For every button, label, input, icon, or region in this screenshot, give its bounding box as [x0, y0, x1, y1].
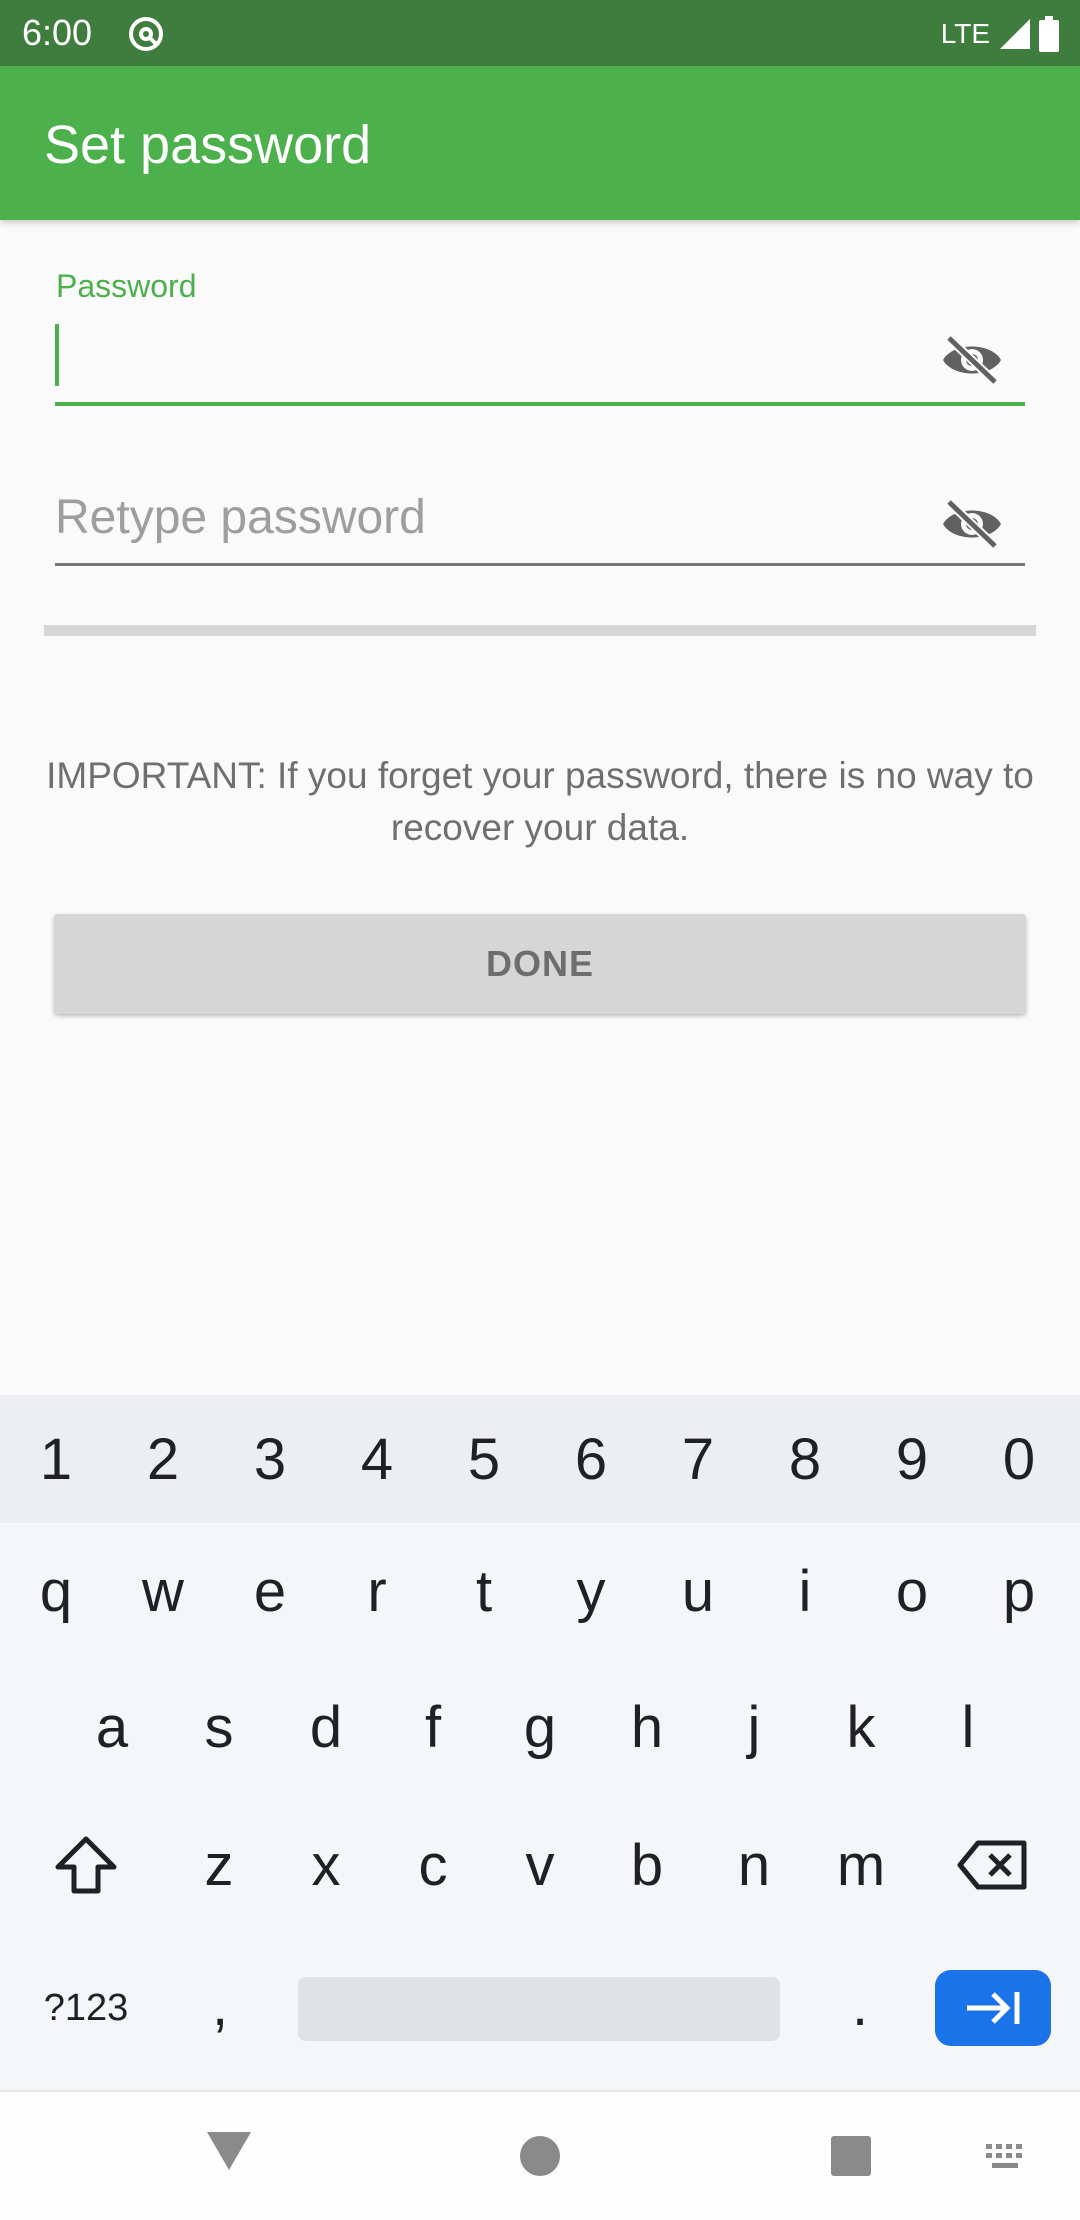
key-1[interactable]: 1 — [16, 1409, 96, 1509]
key-9[interactable]: 9 — [872, 1409, 952, 1509]
key-5[interactable]: 5 — [444, 1409, 524, 1509]
key-j[interactable]: j — [714, 1677, 794, 1777]
keyboard-number-row: 1 2 3 4 5 6 7 8 9 0 — [0, 1395, 1080, 1523]
key-8[interactable]: 8 — [765, 1409, 845, 1509]
tab-arrow-icon — [967, 1992, 1020, 2024]
done-button[interactable]: DONE — [54, 914, 1026, 1014]
key-4[interactable]: 4 — [337, 1409, 417, 1509]
space-key[interactable] — [298, 1977, 780, 2041]
key-t[interactable]: t — [444, 1541, 524, 1641]
key-q[interactable]: q — [16, 1541, 96, 1641]
eye-off-icon[interactable] — [939, 332, 1005, 388]
key-e[interactable]: e — [230, 1541, 310, 1641]
battery-icon — [1039, 16, 1059, 52]
home-circle-icon[interactable] — [518, 2134, 562, 2178]
eye-off-icon[interactable] — [939, 496, 1005, 552]
password-label: Password — [56, 268, 197, 304]
app-bar: Set password — [0, 66, 1080, 220]
key-2[interactable]: 2 — [123, 1409, 203, 1509]
retype-password-input[interactable]: Retype password — [55, 480, 1025, 566]
backspace-key[interactable] — [942, 1815, 1042, 1915]
key-c[interactable]: c — [393, 1815, 473, 1915]
key-n[interactable]: n — [714, 1815, 794, 1915]
key-7[interactable]: 7 — [658, 1409, 738, 1509]
key-w[interactable]: w — [123, 1541, 203, 1641]
key-h[interactable]: h — [607, 1677, 687, 1777]
shift-key[interactable] — [36, 1815, 136, 1915]
key-3[interactable]: 3 — [230, 1409, 310, 1509]
comma-key[interactable]: , — [180, 1955, 260, 2055]
key-6[interactable]: 6 — [551, 1409, 631, 1509]
backspace-icon — [957, 1840, 1027, 1890]
navigation-bar — [0, 2090, 1080, 2220]
key-m[interactable]: m — [821, 1815, 901, 1915]
key-d[interactable]: d — [286, 1677, 366, 1777]
status-bar: 6:00 LTE — [0, 0, 1080, 66]
important-notice: IMPORTANT: If you forget your password, … — [46, 755, 1034, 848]
key-x[interactable]: x — [286, 1815, 366, 1915]
signal-icon — [1000, 19, 1030, 49]
key-f[interactable]: f — [393, 1677, 473, 1777]
status-indicators: LTE — [941, 14, 1060, 54]
key-u[interactable]: u — [658, 1541, 738, 1641]
network-type: LTE — [940, 18, 990, 49]
page-title: Set password — [44, 115, 372, 175]
key-p[interactable]: p — [979, 1541, 1059, 1641]
key-k[interactable]: k — [821, 1677, 901, 1777]
key-b[interactable]: b — [607, 1815, 687, 1915]
enter-key[interactable] — [935, 1970, 1051, 2046]
key-g[interactable]: g — [500, 1677, 580, 1777]
status-time: 6:00 — [22, 12, 93, 53]
key-z[interactable]: z — [179, 1815, 259, 1915]
soft-keyboard: 1 2 3 4 5 6 7 8 9 0 q w e r t y u i o p … — [0, 1395, 1080, 2090]
recents-square-icon[interactable] — [829, 2134, 873, 2178]
key-y[interactable]: y — [551, 1541, 631, 1641]
key-0[interactable]: 0 — [979, 1409, 1059, 1509]
screen: 6:00 LTE Set password Password Retype pa… — [0, 0, 1080, 2220]
key-a[interactable]: a — [72, 1677, 152, 1777]
key-r[interactable]: r — [337, 1541, 417, 1641]
keyboard-icon[interactable] — [984, 2142, 1030, 2172]
text-cursor — [55, 324, 59, 386]
period-key[interactable]: . — [820, 1955, 900, 2055]
key-s[interactable]: s — [179, 1677, 259, 1777]
key-v[interactable]: v — [500, 1815, 580, 1915]
shift-icon — [55, 1836, 117, 1894]
password-strength-bar — [44, 625, 1036, 636]
at-circle-icon — [129, 17, 163, 51]
symbols-key[interactable]: ?123 — [26, 1963, 146, 2053]
retype-password-placeholder: Retype password — [55, 491, 426, 544]
back-triangle-icon[interactable] — [205, 2130, 253, 2172]
password-input[interactable] — [55, 318, 1025, 406]
key-i[interactable]: i — [765, 1541, 845, 1641]
key-l[interactable]: l — [928, 1677, 1008, 1777]
key-o[interactable]: o — [872, 1541, 952, 1641]
